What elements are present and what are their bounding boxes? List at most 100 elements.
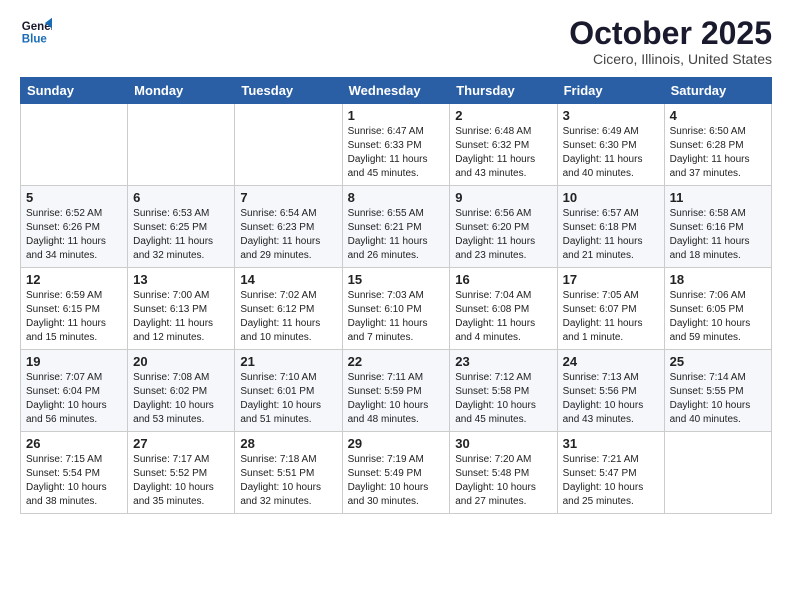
day-number: 18 bbox=[670, 272, 766, 287]
day-number: 27 bbox=[133, 436, 229, 451]
weekday-header-tuesday: Tuesday bbox=[235, 78, 342, 104]
day-number: 15 bbox=[348, 272, 445, 287]
weekday-header-monday: Monday bbox=[128, 78, 235, 104]
day-info: Sunrise: 6:47 AM Sunset: 6:33 PM Dayligh… bbox=[348, 125, 445, 181]
calendar-day-1: 1 Sunrise: 6:47 AM Sunset: 6:33 PM Daylig… bbox=[342, 104, 450, 186]
day-info: Sunrise: 6:50 AM Sunset: 6:28 PM Dayligh… bbox=[670, 125, 766, 181]
day-number: 14 bbox=[240, 272, 336, 287]
day-info: Sunrise: 6:49 AM Sunset: 6:30 PM Dayligh… bbox=[563, 125, 659, 181]
calendar-day-17: 17 Sunrise: 7:05 AM Sunset: 6:07 PM Dayli… bbox=[557, 268, 664, 350]
calendar-day-24: 24 Sunrise: 7:13 AM Sunset: 5:56 PM Dayli… bbox=[557, 350, 664, 432]
weekday-header-saturday: Saturday bbox=[664, 78, 771, 104]
day-number: 17 bbox=[563, 272, 659, 287]
day-number: 2 bbox=[455, 108, 551, 123]
day-number: 22 bbox=[348, 354, 445, 369]
day-info: Sunrise: 7:11 AM Sunset: 5:59 PM Dayligh… bbox=[348, 371, 445, 427]
calendar-day-28: 28 Sunrise: 7:18 AM Sunset: 5:51 PM Dayli… bbox=[235, 432, 342, 514]
day-number: 28 bbox=[240, 436, 336, 451]
day-info: Sunrise: 7:20 AM Sunset: 5:48 PM Dayligh… bbox=[455, 453, 551, 509]
calendar-day-empty bbox=[128, 104, 235, 186]
calendar-day-12: 12Sunrise: 6:59 AM Sunset: 6:15 PM Dayli… bbox=[21, 268, 128, 350]
day-number: 9 bbox=[455, 190, 551, 205]
calendar-day-18: 18 Sunrise: 7:06 AM Sunset: 6:05 PM Dayli… bbox=[664, 268, 771, 350]
calendar-day-10: 10 Sunrise: 6:57 AM Sunset: 6:18 PM Dayli… bbox=[557, 186, 664, 268]
page-container: General Blue October 2025 Cicero, Illino… bbox=[0, 0, 792, 530]
day-number: 10 bbox=[563, 190, 659, 205]
weekday-header-thursday: Thursday bbox=[450, 78, 557, 104]
day-number: 25 bbox=[670, 354, 766, 369]
day-info: Sunrise: 7:06 AM Sunset: 6:05 PM Dayligh… bbox=[670, 289, 766, 345]
day-number: 23 bbox=[455, 354, 551, 369]
day-info: Sunrise: 7:19 AM Sunset: 5:49 PM Dayligh… bbox=[348, 453, 445, 509]
day-info: Sunrise: 6:53 AM Sunset: 6:25 PM Dayligh… bbox=[133, 207, 229, 263]
day-info: Sunrise: 7:17 AM Sunset: 5:52 PM Dayligh… bbox=[133, 453, 229, 509]
day-info: Sunrise: 7:15 AM Sunset: 5:54 PM Dayligh… bbox=[26, 453, 122, 509]
calendar-week-row: 26 Sunrise: 7:15 AM Sunset: 5:54 PM Dayli… bbox=[21, 432, 772, 514]
calendar-day-30: 30 Sunrise: 7:20 AM Sunset: 5:48 PM Dayli… bbox=[450, 432, 557, 514]
day-info: Sunrise: 7:03 AM Sunset: 6:10 PM Dayligh… bbox=[348, 289, 445, 345]
day-info: Sunrise: 6:48 AM Sunset: 6:32 PM Dayligh… bbox=[455, 125, 551, 181]
day-number: 24 bbox=[563, 354, 659, 369]
day-number: 29 bbox=[348, 436, 445, 451]
calendar-day-empty bbox=[21, 104, 128, 186]
calendar-day-13: 13Sunrise: 7:00 AM Sunset: 6:13 PM Dayli… bbox=[128, 268, 235, 350]
day-number: 7 bbox=[240, 190, 336, 205]
calendar-week-row: 1 Sunrise: 6:47 AM Sunset: 6:33 PM Daylig… bbox=[21, 104, 772, 186]
calendar-day-5: 5Sunrise: 6:52 AM Sunset: 6:26 PM Daylig… bbox=[21, 186, 128, 268]
day-info: Sunrise: 7:04 AM Sunset: 6:08 PM Dayligh… bbox=[455, 289, 551, 345]
title-block: October 2025 Cicero, Illinois, United St… bbox=[569, 16, 772, 67]
calendar-week-row: 5Sunrise: 6:52 AM Sunset: 6:26 PM Daylig… bbox=[21, 186, 772, 268]
day-number: 26 bbox=[26, 436, 122, 451]
day-info: Sunrise: 6:54 AM Sunset: 6:23 PM Dayligh… bbox=[240, 207, 336, 263]
day-number: 21 bbox=[240, 354, 336, 369]
calendar-day-23: 23Sunrise: 7:12 AM Sunset: 5:58 PM Dayli… bbox=[450, 350, 557, 432]
day-number: 6 bbox=[133, 190, 229, 205]
day-info: Sunrise: 7:14 AM Sunset: 5:55 PM Dayligh… bbox=[670, 371, 766, 427]
day-info: Sunrise: 7:13 AM Sunset: 5:56 PM Dayligh… bbox=[563, 371, 659, 427]
calendar-day-22: 22 Sunrise: 7:11 AM Sunset: 5:59 PM Dayli… bbox=[342, 350, 450, 432]
calendar-day-6: 6 Sunrise: 6:53 AM Sunset: 6:25 PM Daylig… bbox=[128, 186, 235, 268]
day-number: 16 bbox=[455, 272, 551, 287]
day-info: Sunrise: 7:21 AM Sunset: 5:47 PM Dayligh… bbox=[563, 453, 659, 509]
calendar-day-9: 9 Sunrise: 6:56 AM Sunset: 6:20 PM Daylig… bbox=[450, 186, 557, 268]
calendar-day-31: 31 Sunrise: 7:21 AM Sunset: 5:47 PM Dayli… bbox=[557, 432, 664, 514]
calendar-day-empty bbox=[235, 104, 342, 186]
day-number: 12 bbox=[26, 272, 122, 287]
calendar-week-row: 12Sunrise: 6:59 AM Sunset: 6:15 PM Dayli… bbox=[21, 268, 772, 350]
weekday-header-wednesday: Wednesday bbox=[342, 78, 450, 104]
day-info: Sunrise: 6:58 AM Sunset: 6:16 PM Dayligh… bbox=[670, 207, 766, 263]
day-info: Sunrise: 7:07 AM Sunset: 6:04 PM Dayligh… bbox=[26, 371, 122, 427]
day-info: Sunrise: 6:56 AM Sunset: 6:20 PM Dayligh… bbox=[455, 207, 551, 263]
calendar-day-11: 11Sunrise: 6:58 AM Sunset: 6:16 PM Dayli… bbox=[664, 186, 771, 268]
day-number: 3 bbox=[563, 108, 659, 123]
calendar-day-16: 16 Sunrise: 7:04 AM Sunset: 6:08 PM Dayli… bbox=[450, 268, 557, 350]
calendar-day-8: 8 Sunrise: 6:55 AM Sunset: 6:21 PM Daylig… bbox=[342, 186, 450, 268]
calendar-day-19: 19Sunrise: 7:07 AM Sunset: 6:04 PM Dayli… bbox=[21, 350, 128, 432]
day-number: 13 bbox=[133, 272, 229, 287]
weekday-header-sunday: Sunday bbox=[21, 78, 128, 104]
day-number: 1 bbox=[348, 108, 445, 123]
calendar-day-29: 29 Sunrise: 7:19 AM Sunset: 5:49 PM Dayli… bbox=[342, 432, 450, 514]
calendar-week-row: 19Sunrise: 7:07 AM Sunset: 6:04 PM Dayli… bbox=[21, 350, 772, 432]
day-info: Sunrise: 7:10 AM Sunset: 6:01 PM Dayligh… bbox=[240, 371, 336, 427]
day-info: Sunrise: 7:05 AM Sunset: 6:07 PM Dayligh… bbox=[563, 289, 659, 345]
calendar-day-15: 15 Sunrise: 7:03 AM Sunset: 6:10 PM Dayli… bbox=[342, 268, 450, 350]
day-number: 30 bbox=[455, 436, 551, 451]
day-info: Sunrise: 6:57 AM Sunset: 6:18 PM Dayligh… bbox=[563, 207, 659, 263]
weekday-header-friday: Friday bbox=[557, 78, 664, 104]
day-number: 31 bbox=[563, 436, 659, 451]
day-info: Sunrise: 6:55 AM Sunset: 6:21 PM Dayligh… bbox=[348, 207, 445, 263]
calendar-day-7: 7 Sunrise: 6:54 AM Sunset: 6:23 PM Daylig… bbox=[235, 186, 342, 268]
weekday-header-row: SundayMondayTuesdayWednesdayThursdayFrid… bbox=[21, 78, 772, 104]
calendar-day-27: 27 Sunrise: 7:17 AM Sunset: 5:52 PM Dayli… bbox=[128, 432, 235, 514]
location: Cicero, Illinois, United States bbox=[569, 51, 772, 67]
day-number: 4 bbox=[670, 108, 766, 123]
day-number: 8 bbox=[348, 190, 445, 205]
month-title: October 2025 bbox=[569, 16, 772, 51]
calendar-day-2: 2 Sunrise: 6:48 AM Sunset: 6:32 PM Daylig… bbox=[450, 104, 557, 186]
calendar-day-21: 21 Sunrise: 7:10 AM Sunset: 6:01 PM Dayli… bbox=[235, 350, 342, 432]
day-info: Sunrise: 7:18 AM Sunset: 5:51 PM Dayligh… bbox=[240, 453, 336, 509]
day-info: Sunrise: 7:02 AM Sunset: 6:12 PM Dayligh… bbox=[240, 289, 336, 345]
day-number: 5 bbox=[26, 190, 122, 205]
header: General Blue October 2025 Cicero, Illino… bbox=[20, 16, 772, 67]
